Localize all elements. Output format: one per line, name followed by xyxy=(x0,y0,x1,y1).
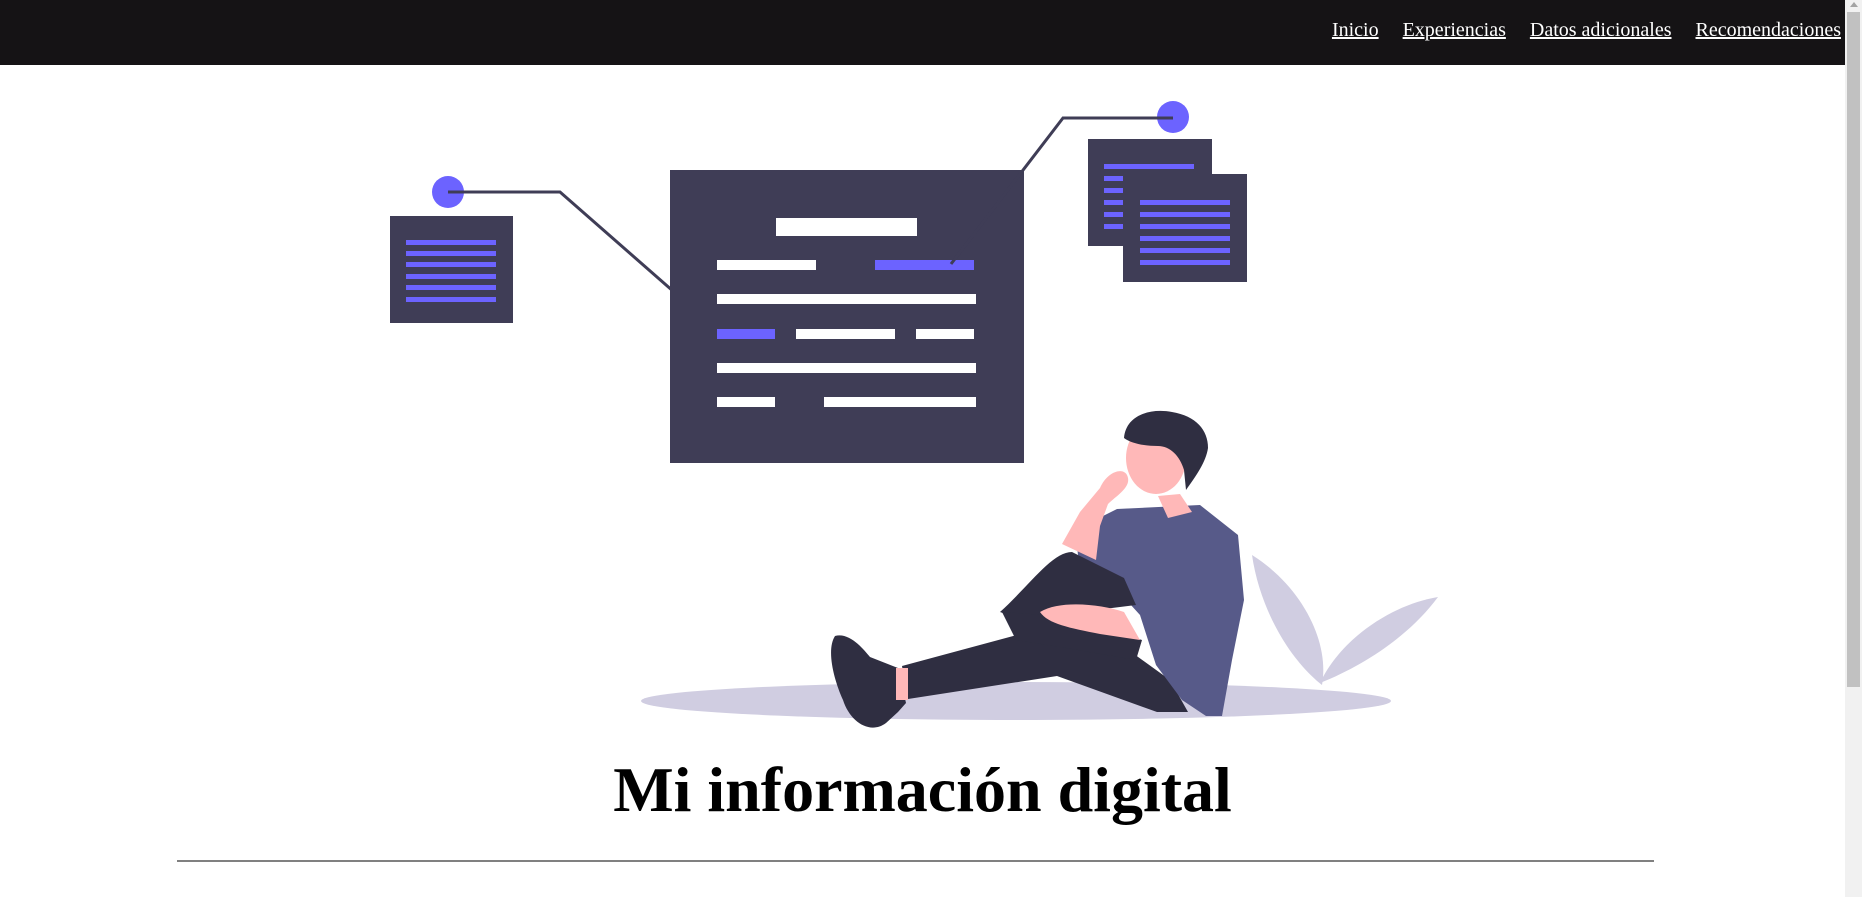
ground-shadow xyxy=(641,682,1391,720)
nav-link-inicio[interactable]: Inicio xyxy=(1332,19,1379,42)
vertical-scrollbar[interactable] xyxy=(1845,0,1862,897)
nav-links: Inicio Experiencias Datos adicionales Re… xyxy=(1332,19,1841,42)
section-divider xyxy=(177,860,1654,862)
nav-link-recomendaciones[interactable]: Recomendaciones xyxy=(1696,19,1842,42)
page-title: Mi información digital xyxy=(613,754,1232,825)
top-navbar: Inicio Experiencias Datos adicionales Re… xyxy=(0,0,1845,65)
main-document-card xyxy=(670,170,1024,463)
scroll-up-arrow-icon[interactable] xyxy=(1850,2,1858,7)
left-document-card xyxy=(390,216,513,323)
right-document-stack xyxy=(1088,139,1247,282)
page: Inicio Experiencias Datos adicionales Re… xyxy=(0,0,1862,897)
hero-illustration xyxy=(390,101,1438,728)
plant-leaves xyxy=(1252,555,1438,685)
scrollbar-thumb[interactable] xyxy=(1847,12,1860,687)
nav-link-datos-adicionales[interactable]: Datos adicionales xyxy=(1530,19,1672,42)
nav-link-experiencias[interactable]: Experiencias xyxy=(1403,19,1506,42)
